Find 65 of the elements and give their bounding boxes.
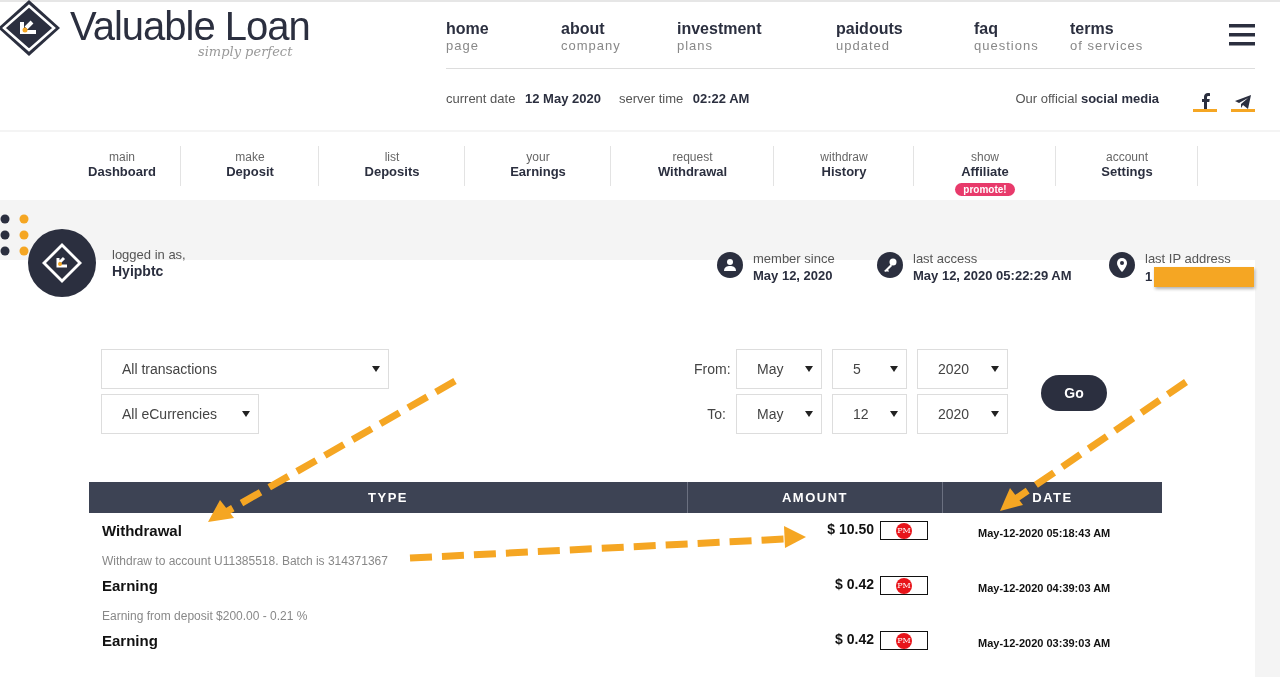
paper-plane-icon [1235,94,1251,109]
caret-icon [991,411,999,417]
dots-drawing [0,214,30,256]
range-label: To: [706,406,726,422]
transaction-date: May-12-2020 03:39:03 AM [978,637,1111,649]
nav-link[interactable]: terms of services [1070,16,1190,54]
nav-link[interactable]: home page [446,16,561,54]
brand-tagline: simply perfect [198,44,294,59]
account-nav-link[interactable]: account Settings [1056,136,1198,196]
amount: $ 0.42 [835,631,874,647]
amount: $ 10.50 [827,521,874,537]
payment-badge: PM [880,576,928,595]
currency-select[interactable]: All eCurrencies [101,394,259,434]
stat-label: last access [913,249,979,267]
column-header: AMOUNT [687,482,942,513]
transaction-type: Earning [102,578,159,594]
account-nav-link[interactable]: list Deposits [319,136,465,196]
amount: $ 0.42 [835,576,874,592]
caret-icon [890,366,898,372]
facebook-icon [1200,92,1210,109]
stat-value: May 12, 2020 [753,266,833,284]
stat-value: 1 [1145,268,1153,285]
transaction-description: Earning from deposit $200.00 - 0.21 % [102,609,309,623]
caret-icon [242,411,250,417]
caret-icon [890,411,898,417]
info-text: current date 12 May 2020 [446,90,601,106]
nav-link[interactable]: faq questions [974,16,1070,54]
transaction-description: Withdraw to account U11385518. Batch is 314371367 [102,554,389,568]
stat-label: last IP address [1145,249,1232,267]
username: Hyipbtc [112,263,165,280]
promo-badge: promote! [955,183,1015,196]
info-text: server time 02:22 AM [618,90,750,106]
stat-value: May 12, 2020 05:22:29 AM [913,266,1072,284]
column-header: TYPE [367,489,409,507]
month-select[interactable]: May [736,394,822,434]
month-select[interactable]: May [736,349,822,389]
year-select[interactable]: 2020 [917,349,1008,389]
nav-link[interactable]: investment plans [677,16,836,54]
nav-link[interactable]: about company [561,16,677,54]
user-label: logged in as, [112,246,186,263]
transaction-date: May-12-2020 05:18:43 AM [978,527,1111,539]
transaction-type: Withdrawal [102,523,183,539]
stat-label: member since [753,249,835,267]
caret-icon [805,366,813,372]
transaction-date: May-12-2020 04:39:03 AM [978,582,1111,594]
account-nav-link[interactable]: show Affiliate promote! [914,136,1056,196]
account-nav-link[interactable]: withdraw History [774,136,914,196]
type-select[interactable]: All transactions [101,349,389,389]
day-select[interactable]: 12 [832,394,907,434]
nav-link[interactable]: paidouts updated [836,16,974,54]
day-select[interactable]: 5 [832,349,907,389]
caret-icon [991,366,999,372]
account-nav-link[interactable]: main Dashboard [63,136,181,196]
account-nav-link[interactable]: request Withdrawal [611,136,774,196]
account-nav-link[interactable]: make Deposit [181,136,319,196]
account-nav-link[interactable]: your Earnings [465,136,611,196]
menu-icon[interactable] [1229,24,1255,46]
payment-badge: PM [880,521,928,540]
payment-badge: PM [880,631,928,650]
social-text: Our official social media [1015,90,1159,106]
caret-icon [372,366,380,372]
transaction-type: Earning [102,633,159,649]
caret-icon [805,411,813,417]
year-select[interactable]: 2020 [917,394,1008,434]
go-button[interactable]: Go [1041,375,1107,411]
